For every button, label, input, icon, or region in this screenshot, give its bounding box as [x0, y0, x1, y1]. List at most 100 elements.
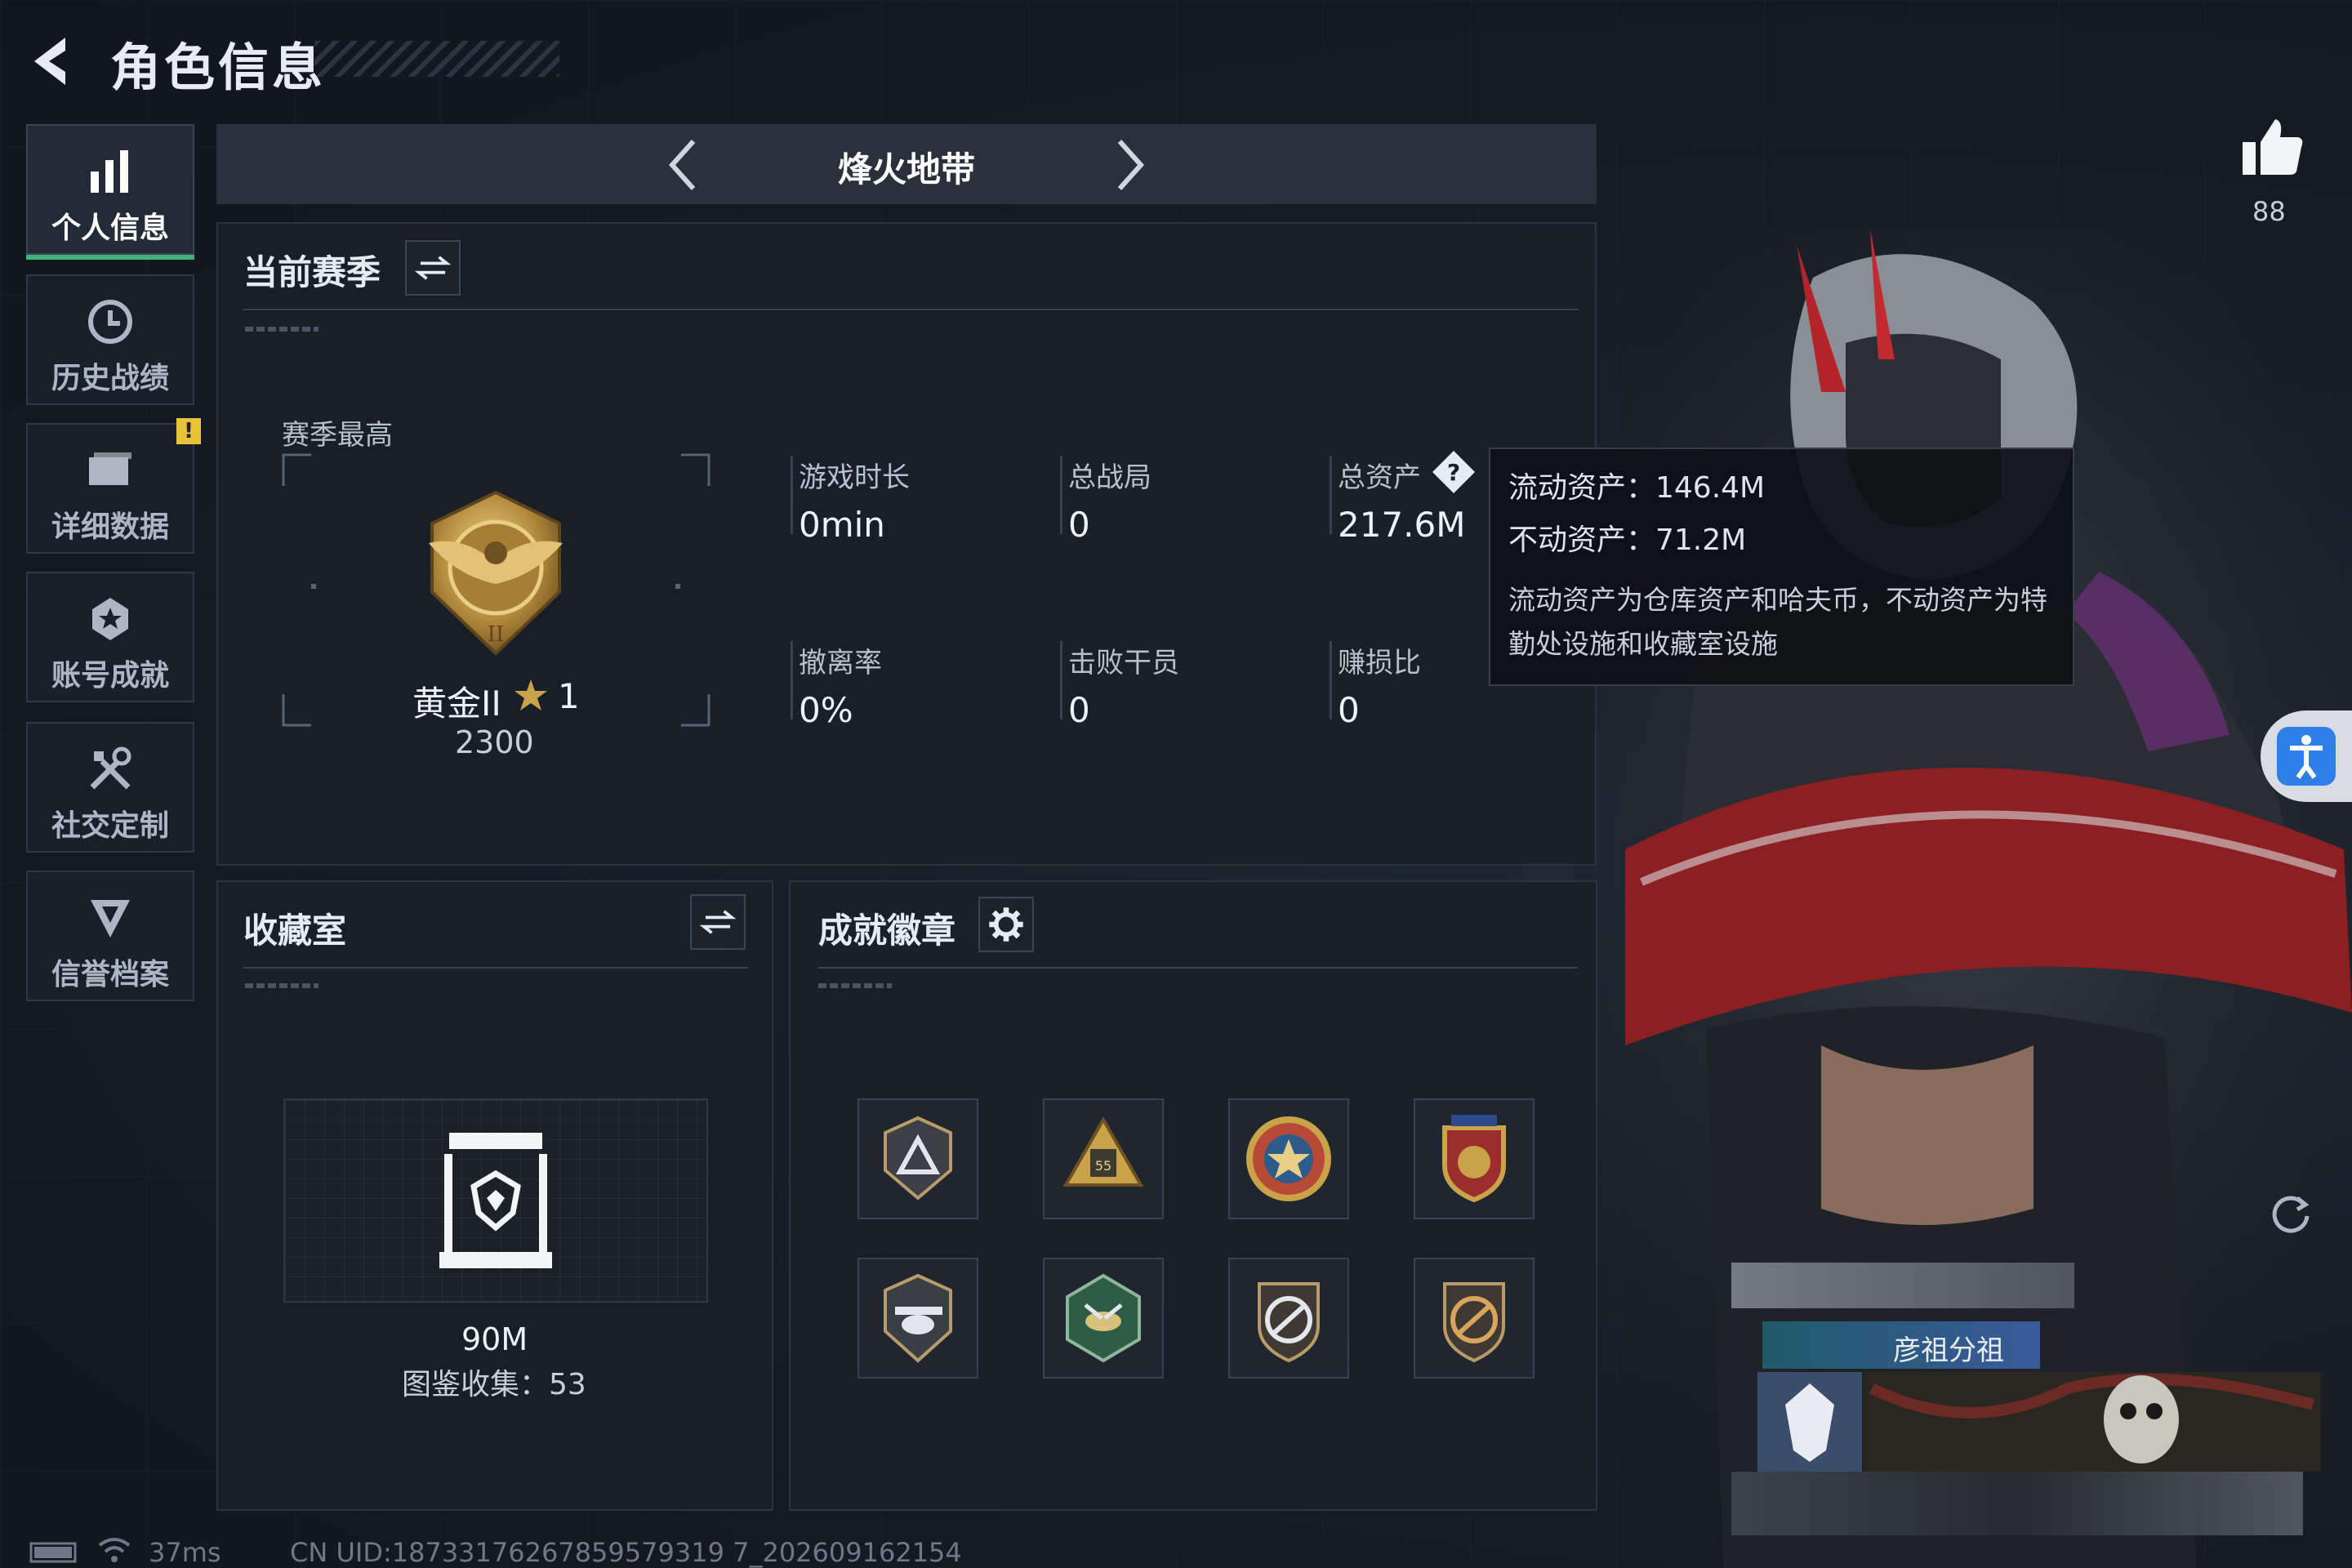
achievement-icon: [92, 598, 128, 640]
team-banner: [1757, 1372, 2321, 1472]
achievement-badge[interactable]: [1043, 1258, 1164, 1379]
stat-divider: [1330, 456, 1332, 534]
collection-title: 收藏室: [243, 911, 347, 951]
ping-value: 37ms: [149, 1537, 221, 1568]
sidebar-item-personal-info[interactable]: 个人信息: [26, 124, 194, 260]
stat-value-operators-defeated: 0: [1068, 690, 1090, 730]
divider: [243, 309, 1579, 310]
sidebar-item-label: 社交定制: [51, 809, 169, 843]
swap-icon[interactable]: [405, 240, 461, 296]
rotate-icon[interactable]: [2266, 1188, 2315, 1237]
stat-divider: [1060, 641, 1062, 719]
stat-label-playtime: 游戏时长: [799, 461, 910, 494]
svg-text:55: 55: [1095, 1158, 1111, 1174]
divider-dash: [818, 983, 892, 988]
help-icon[interactable]: ?: [1431, 449, 1477, 495]
divider-dash: [245, 983, 318, 988]
stat-label-total-matches: 总战局: [1068, 461, 1152, 494]
collection-value: 90M: [461, 1321, 528, 1357]
achievement-badge[interactable]: [858, 1098, 978, 1219]
badges-title: 成就徽章: [818, 911, 956, 951]
star-icon: [514, 679, 547, 710]
mode-name: 烽火地带: [837, 149, 975, 189]
no-rifle-badge-icon: [1443, 1282, 1505, 1363]
chevron-right-icon[interactable]: [1098, 136, 1156, 194]
display-case-icon: [439, 1133, 552, 1268]
sidebar-item-credit-file[interactable]: 信誉档案: [26, 871, 194, 1001]
accessibility-button[interactable]: [2261, 710, 2352, 802]
stat-label-operators-defeated: 击败干员: [1068, 647, 1179, 679]
stat-label-extraction-rate: 撤离率: [799, 647, 882, 679]
credit-icon: [91, 900, 130, 938]
sidebar-item-label: 信誉档案: [51, 958, 169, 991]
history-icon: [88, 300, 132, 344]
stat-value-playtime: 0min: [799, 505, 885, 545]
stat-divider: [1060, 456, 1062, 534]
user-uid: CN UID:18733176267859579319 7_2026091621…: [290, 1537, 962, 1568]
stat-label-total-assets: 总资产: [1338, 461, 1421, 494]
gold-rank-emblem-icon: II: [429, 490, 563, 656]
back-arrow-icon[interactable]: [24, 33, 82, 90]
sidebar-item-history[interactable]: 历史战绩: [26, 274, 194, 405]
battery-icon: [29, 1542, 77, 1563]
stat-divider: [1330, 641, 1332, 719]
svg-text:?: ?: [1447, 459, 1460, 486]
blurred-info: [1731, 1472, 2303, 1535]
triangle-shield-badge-icon: [884, 1116, 952, 1200]
achievement-badge[interactable]: 55: [1043, 1098, 1164, 1219]
sidebar-item-detailed-data[interactable]: 详细数据 !: [26, 418, 201, 554]
rank-name: 黄金II: [412, 684, 501, 724]
sidebar-item-label: 历史战绩: [51, 362, 169, 395]
stat-value-total-matches: 0: [1068, 505, 1090, 545]
season-best-label: 赛季最高: [282, 419, 393, 452]
stat-value-extraction-rate: 0%: [799, 690, 853, 730]
sidebar-item-label: 账号成就: [51, 659, 169, 693]
accessibility-icon: [2277, 727, 2336, 786]
wifi-icon: [98, 1538, 131, 1562]
svg-text:II: II: [488, 622, 505, 647]
stat-value-profit-loss: 0: [1338, 690, 1360, 730]
divider: [243, 967, 748, 969]
stat-divider: [791, 641, 793, 719]
sidebar-item-account-achievement[interactable]: 账号成就: [26, 572, 194, 702]
crest-badge-icon: [1442, 1115, 1506, 1203]
wasp-badge-icon: [1066, 1273, 1141, 1363]
achievement-badge[interactable]: [1414, 1098, 1535, 1219]
mountain-badge-icon: 55: [1062, 1116, 1144, 1187]
assets-tooltip: 流动资产：146.4M 不动资产：71.2M 流动资产为仓库资产和哈夫币，不动资…: [1489, 448, 2074, 686]
helicopter-badge-icon: [884, 1273, 952, 1363]
sidebar-item-label: 详细数据: [51, 510, 169, 544]
no-rifle-badge-icon: [1258, 1282, 1320, 1363]
achievement-badge[interactable]: [1228, 1258, 1349, 1379]
tooltip-fixed-assets: 不动资产：71.2M: [1508, 523, 1747, 557]
achievement-badge[interactable]: [858, 1258, 978, 1379]
blurred-name: [1731, 1263, 2074, 1308]
divider: [818, 967, 1578, 969]
swap-icon[interactable]: [690, 894, 746, 950]
bar-chart-icon: [91, 150, 128, 193]
collection-catalog: 图鉴收集：53: [402, 1368, 586, 1401]
achievement-badge[interactable]: [1414, 1258, 1535, 1379]
season-title: 当前赛季: [243, 252, 381, 292]
rank-score: 2300: [455, 724, 534, 760]
tooltip-liquid-assets: 流动资产：146.4M: [1508, 471, 1766, 505]
mode-selector: 烽火地带: [216, 124, 1597, 204]
achievement-badge[interactable]: [1228, 1098, 1349, 1219]
team-tag: 彦祖分祖: [1762, 1321, 2040, 1369]
sidebar-item-social-custom[interactable]: 社交定制: [26, 722, 194, 853]
warning-badge: !: [176, 418, 201, 444]
stat-value-total-assets: 217.6M: [1338, 505, 1466, 545]
thumbs-up-icon[interactable]: [2239, 114, 2305, 180]
folder-icon: [89, 452, 131, 485]
page-title: 角色信息: [110, 38, 327, 97]
divider-dash: [245, 327, 318, 332]
star-medal-badge-icon: [1246, 1116, 1331, 1201]
likes-count: 88: [2252, 196, 2286, 227]
tooltip-description: 流动资产为仓库资产和哈夫币，不动资产为特勤处设施和收藏室设施: [1508, 584, 2047, 660]
title-decoration: [314, 41, 559, 77]
tools-icon: [90, 746, 131, 790]
stat-divider: [791, 456, 793, 534]
rank-star-count: 1: [558, 676, 580, 716]
stat-label-profit-loss: 赚损比: [1338, 647, 1421, 679]
gear-icon[interactable]: [978, 897, 1034, 952]
